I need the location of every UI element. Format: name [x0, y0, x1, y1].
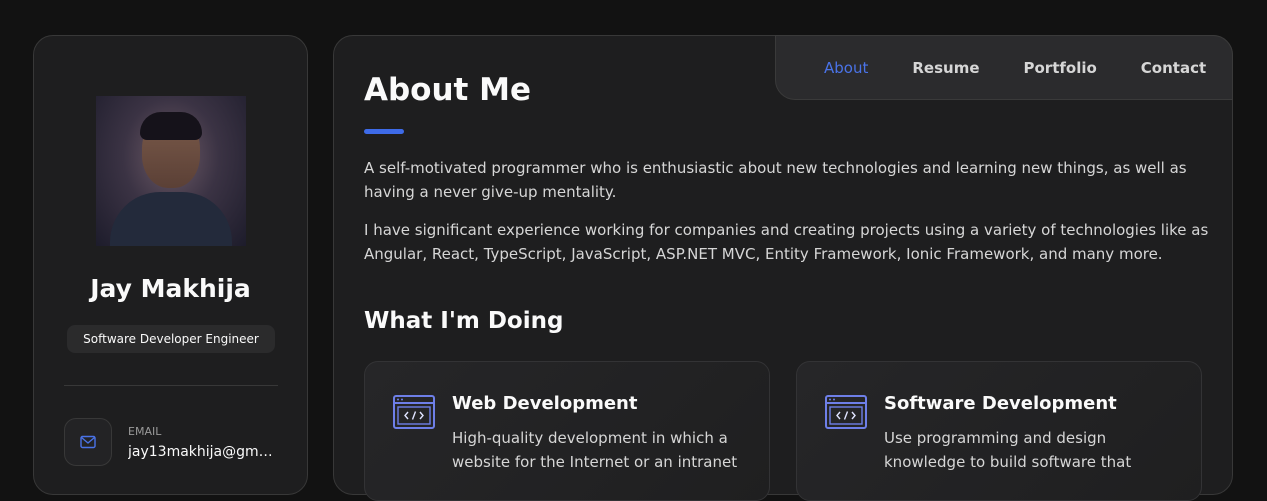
profile-role-badge: Software Developer Engineer — [67, 325, 275, 353]
sidebar: Jay Makhija Software Developer Engineer … — [33, 35, 308, 495]
services-title: What I'm Doing — [364, 308, 564, 334]
nav-link-about[interactable]: About — [824, 59, 868, 77]
mail-icon — [80, 435, 96, 449]
nav-link-contact[interactable]: Contact — [1141, 59, 1206, 77]
contact-icon-box — [64, 418, 112, 466]
navbar: About Resume Portfolio Contact — [775, 35, 1233, 100]
service-card-software-development: Software Development Use programming and… — [796, 361, 1202, 501]
nav-link-portfolio[interactable]: Portfolio — [1024, 59, 1097, 77]
code-window-icon — [393, 395, 435, 429]
service-title: Web Development — [452, 393, 638, 414]
avatar-body — [110, 192, 232, 246]
avatar-hair — [140, 112, 202, 140]
contact-email-link[interactable]: jay13makhija@gmail.com — [128, 444, 280, 460]
sidebar-separator — [64, 385, 278, 386]
about-paragraph-2: I have significant experience working fo… — [364, 221, 1209, 263]
title-underline — [364, 129, 404, 134]
service-card-web-development: Web Development High-quality development… — [364, 361, 770, 501]
avatar — [96, 96, 246, 246]
page-title: About Me — [364, 72, 532, 108]
contact-label: EMAIL — [128, 425, 162, 438]
nav-link-resume[interactable]: Resume — [912, 59, 979, 77]
main-content: About Resume Portfolio Contact About Me … — [333, 35, 1233, 501]
profile-name: Jay Makhija — [90, 274, 251, 303]
code-window-icon — [825, 395, 867, 429]
service-title: Software Development — [884, 393, 1117, 414]
about-paragraph-1: A self-motivated programmer who is enthu… — [364, 159, 1187, 201]
